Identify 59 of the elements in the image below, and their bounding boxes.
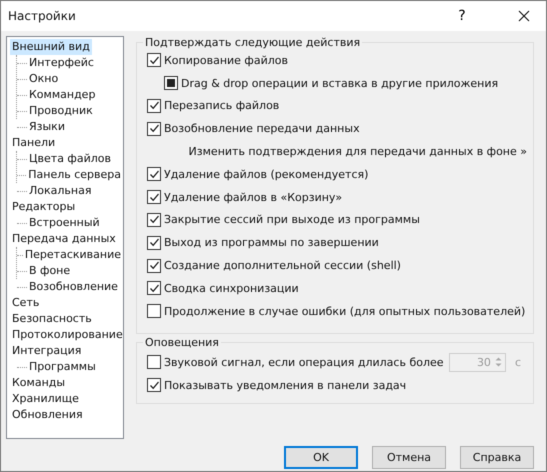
tree-item[interactable]: Протоколирование [10, 327, 125, 343]
unit-label: с [514, 356, 521, 369]
checkbox[interactable] [147, 167, 161, 182]
tree-item[interactable]: Цвета файлов [27, 151, 113, 167]
checkbox-label: Удаление файлов в «Корзину» [164, 190, 342, 204]
checkbox[interactable] [164, 76, 178, 90]
tree-item[interactable]: В фоне [27, 263, 72, 279]
checkbox-label: Удаление файлов (рекомендуется) [164, 168, 368, 181]
tree-item[interactable]: Передача данных [10, 231, 118, 247]
tree-item[interactable]: Возобновление [27, 279, 120, 295]
checkbox[interactable] [147, 98, 161, 113]
checkbox-label: Выход из программы по завершении [164, 236, 379, 250]
window-title: Настройки [8, 9, 77, 23]
tree-item[interactable]: Команды [10, 375, 68, 391]
tree-item[interactable]: Безопасность [10, 311, 94, 327]
checkbox[interactable] [147, 53, 161, 68]
tree-item[interactable]: Обновления [10, 407, 85, 423]
tree-item[interactable]: Интерфейс [27, 55, 96, 71]
checkbox-label: Перезапись файлов [164, 99, 280, 112]
checkbox[interactable] [147, 212, 161, 227]
tree-item[interactable]: Программы [27, 359, 98, 375]
checkbox-label: Копирование файлов [164, 54, 288, 67]
checkbox[interactable] [147, 355, 161, 370]
checkbox-label: Показывать уведомления в панели задач [164, 378, 406, 392]
checkbox-label: Создание дополнительной сессии (shell) [164, 259, 401, 272]
checkbox-label: Сводка синхронизации [164, 282, 299, 295]
checkbox[interactable] [147, 378, 161, 392]
tree-item[interactable]: Панель сервера [26, 167, 123, 183]
checkbox-label: Продолжение в случае ошибки (для опытных пользователей) [164, 304, 526, 318]
checkbox[interactable] [147, 122, 161, 136]
tree-item[interactable]: Коммандер [27, 87, 98, 103]
tree-item[interactable]: Локальная [27, 183, 94, 199]
checkbox[interactable] [147, 190, 161, 204]
dialog-button[interactable]: Отмена [372, 446, 446, 469]
checkbox[interactable] [147, 236, 161, 250]
tree-item[interactable]: Окно [27, 71, 60, 87]
tree-item[interactable]: Встроенный [27, 215, 102, 231]
tree-item[interactable]: Проводник [27, 103, 95, 119]
tree-item[interactable]: Хранилище [10, 391, 81, 407]
checkbox-label: Drag & drop операции и вставка в другие приложения [181, 76, 498, 90]
checkbox[interactable] [147, 258, 161, 273]
group-title: Оповещения [144, 336, 220, 349]
dialog-button[interactable]: OK [284, 446, 358, 469]
tree-item[interactable]: Редакторы [10, 199, 78, 215]
tree-item[interactable]: Языки [27, 119, 67, 135]
checkbox[interactable] [147, 281, 161, 296]
tree-item[interactable]: Перетаскивание [22, 247, 123, 263]
tree-item[interactable]: Сеть [10, 295, 42, 311]
checkbox-label: Закрытие сессий при выходе из программы [164, 213, 420, 226]
change-confirmations-link[interactable]: Изменить подтверждения для передачи данных в фоне » [188, 145, 527, 158]
tree-item[interactable]: Панели [10, 135, 58, 151]
tree-item[interactable]: Интеграция [10, 343, 84, 359]
checkbox-label: Звуковой сигнал, если операция длилась более [164, 356, 444, 369]
dialog-button[interactable]: Справка [460, 446, 534, 469]
checkbox[interactable] [147, 304, 161, 318]
group-title: Подтверждать следующие действия [144, 36, 362, 49]
tree-item[interactable]: Внешний вид [10, 39, 92, 55]
help-button[interactable]: ? [440, 1, 484, 31]
checkbox-label: Возобновление передачи данных [164, 122, 360, 136]
